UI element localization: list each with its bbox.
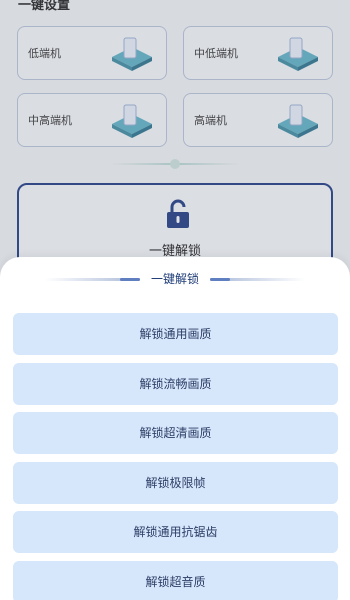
unlock-general-antialiasing-button[interactable]: 解锁通用抗锯齿: [13, 511, 338, 553]
unlock-bottom-sheet: 一键解锁 解锁通用画质 解锁流畅画质 解锁超清画质 解锁极限帧 解锁通用抗锯齿 …: [0, 257, 350, 600]
sheet-header: 一键解锁: [0, 269, 350, 289]
unlock-smooth-quality-button[interactable]: 解锁流畅画质: [13, 362, 338, 405]
header-decor-left: [45, 278, 140, 281]
unlock-general-quality-button[interactable]: 解锁通用画质: [13, 313, 338, 355]
unlock-options-list: 解锁通用画质 解锁流畅画质 解锁超清画质 解锁极限帧 解锁通用抗锯齿 解锁超音质: [13, 313, 338, 600]
unlock-max-fps-button[interactable]: 解锁极限帧: [13, 461, 338, 504]
unlock-ultra-hd-quality-button[interactable]: 解锁超清画质: [13, 412, 338, 454]
header-decor-right: [210, 278, 305, 281]
sheet-title: 一键解锁: [150, 272, 199, 286]
unlock-super-audio-button[interactable]: 解锁超音质: [13, 560, 338, 600]
